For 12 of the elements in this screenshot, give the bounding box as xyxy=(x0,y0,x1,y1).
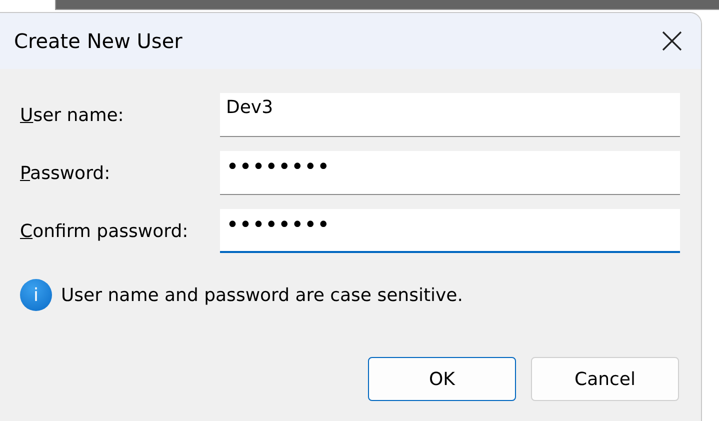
input-field[interactable]: •••••••• xyxy=(220,209,680,253)
input-field[interactable]: •••••••• xyxy=(220,151,680,195)
field-label: Password: xyxy=(20,162,112,184)
info-icon: i xyxy=(20,279,52,311)
window-title: Create New User xyxy=(14,29,182,53)
field-label: User name: xyxy=(20,104,125,126)
cancel-button[interactable]: Cancel xyxy=(531,357,679,401)
info-text: User name and password are case sensitive. xyxy=(61,284,463,306)
input-field[interactable]: Dev3 xyxy=(220,93,680,137)
close-icon[interactable] xyxy=(661,30,683,52)
ok-button[interactable]: OK xyxy=(368,357,516,401)
field-label: Confirm password: xyxy=(20,220,190,242)
